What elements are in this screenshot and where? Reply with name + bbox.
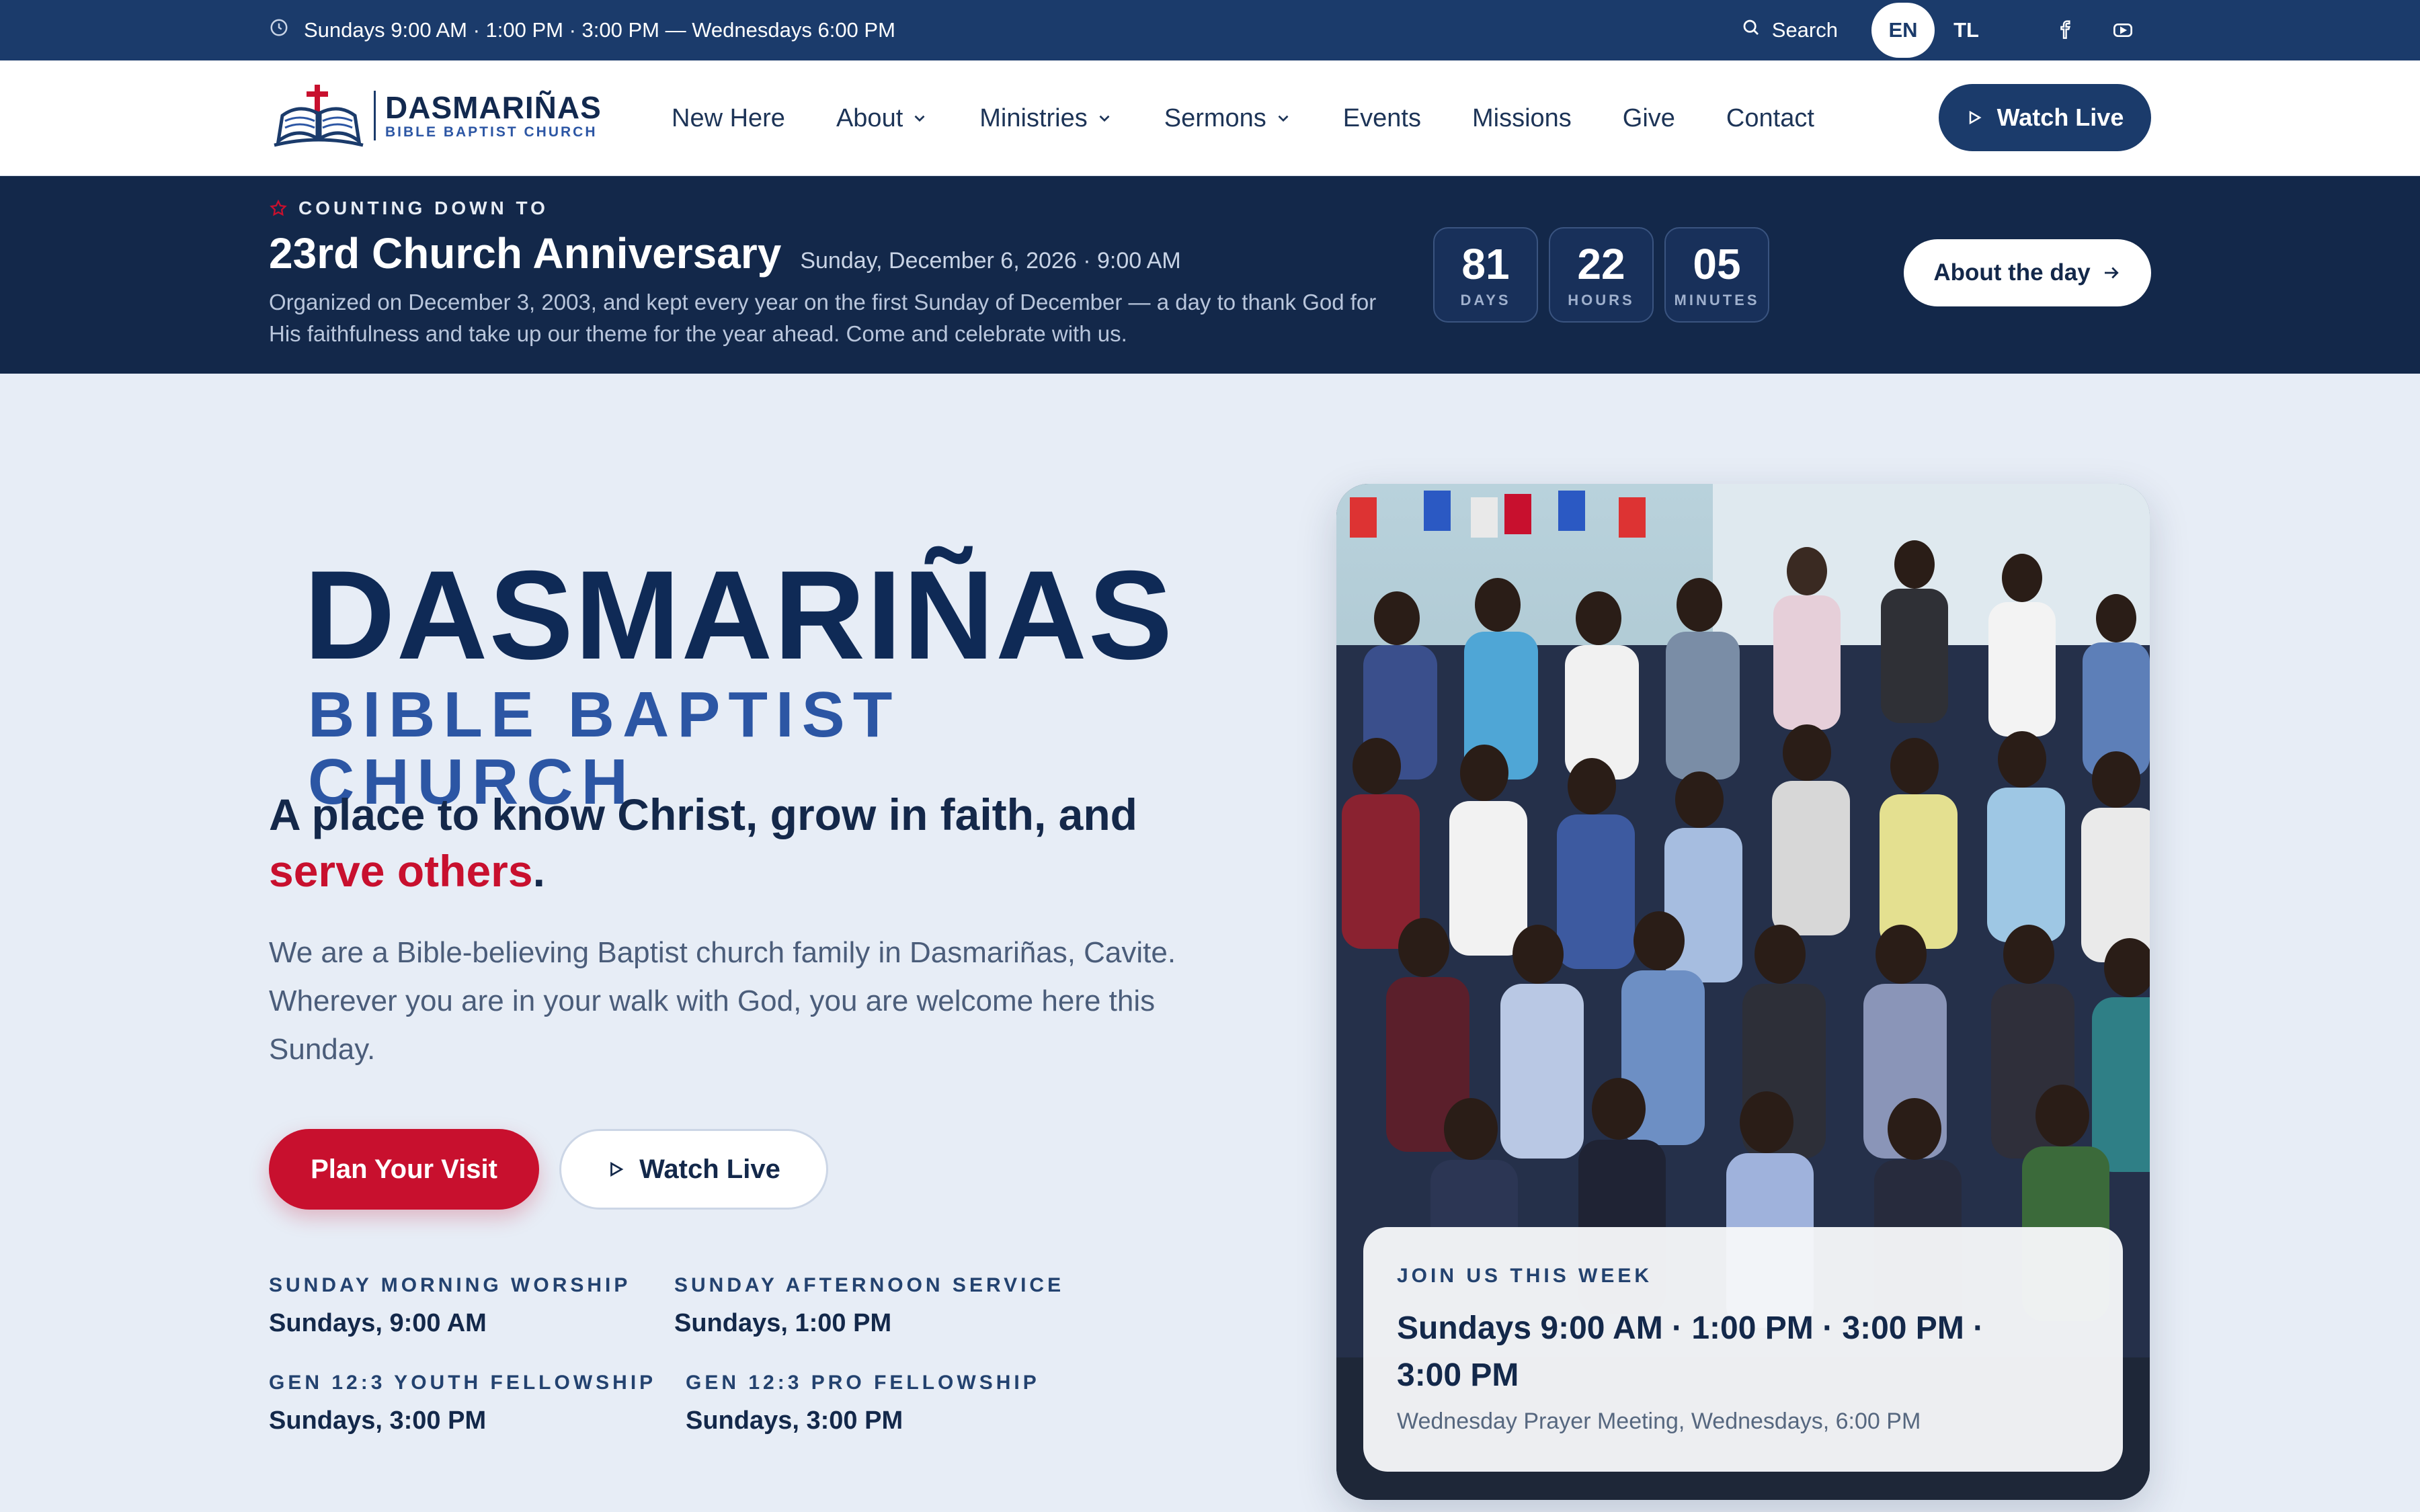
search-icon [1741,17,1761,43]
join-us-eyebrow: JOIN US THIS WEEK [1397,1265,1653,1287]
nav-events[interactable]: Events [1343,104,1421,133]
nav-label: Missions [1471,103,1572,132]
bible-cross-icon [274,85,364,147]
about-the-day-label: About the day [1933,259,2091,286]
watch-live-label: Watch Live [639,1154,780,1184]
congregation-photo: JOIN US THIS WEEK Sundays 9:00 AM · 1:00… [1336,484,2150,1500]
banner-date: Sunday, December 6, 2026 · 9:00 AM [800,248,1181,274]
star-icon [270,199,287,216]
service-label: SUNDAY AFTERNOON SERVICE [674,1274,1065,1296]
hero-intro: We are a Bible-believing Baptist church … [269,936,1176,1066]
service-pro-fellowship: GEN 12:3 PRO FELLOWSHIP Sundays, 3:00 PM [686,1372,1040,1435]
service-sunday-afternoon: SUNDAY AFTERNOON SERVICE Sundays, 1:00 P… [674,1274,1064,1338]
main-nav: New Here About Ministries Sermons Events… [672,60,1865,176]
clock-icon [269,17,289,43]
lang-en-button[interactable]: EN [1871,3,1935,58]
header-watch-live-button[interactable]: Watch Live [1939,84,2151,151]
tagline-end: . [532,846,545,896]
nav-about[interactable]: About [836,104,928,133]
nav-label: New Here [672,103,785,132]
countdown-timer: 81 DAYS 22 HOURS 05 MINUTES [1433,227,1769,323]
facebook-icon[interactable] [2052,15,2081,45]
play-icon [610,1161,624,1177]
hero-brand-name: DASMARIÑAS [304,544,1174,685]
nav-missions[interactable]: Missions [1472,104,1572,133]
search-button[interactable]: Search [1741,17,1838,43]
hero-tagline: A place to know Christ, grow in faith, a… [269,786,1210,899]
countdown-label: HOURS [1568,292,1635,308]
tagline-main: A place to know Christ, grow in faith, a… [269,790,1137,839]
banner-eyebrow: COUNTING DOWN TO [269,198,549,219]
service-youth-fellowship: GEN 12:3 YOUTH FELLOWSHIP Sundays, 3:00 … [269,1372,656,1435]
nav-ministries[interactable]: Ministries [979,104,1113,133]
hero-watch-live-button[interactable]: Watch Live [559,1129,828,1210]
join-us-card: JOIN US THIS WEEK Sundays 9:00 AM · 1:00… [1363,1227,2123,1472]
nav-label: Events [1342,103,1421,132]
chevron-down-icon [1099,115,1110,122]
lang-tl-button[interactable]: TL [1935,3,1998,58]
nav-label: Contact [1726,103,1814,132]
nav-new-here[interactable]: New Here [672,104,785,133]
join-us-times: Sundays 9:00 AM · 1:00 PM · 3:00 PM · 3:… [1397,1310,1984,1393]
nav-contact[interactable]: Contact [1726,104,1814,133]
anniversary-banner: COUNTING DOWN TO 23rd Church Anniversary… [0,176,2420,374]
countdown-days: 81 DAYS [1433,227,1538,323]
eyebrow-text: COUNTING DOWN TO [298,198,549,218]
service-sunday-morning: SUNDAY MORNING WORSHIP Sundays, 9:00 AM [269,1274,631,1338]
nav-label: Ministries [979,103,1088,132]
countdown-hours: 22 HOURS [1549,227,1654,323]
arrow-right-icon [2104,267,2119,279]
countdown-minutes: 05 MINUTES [1664,227,1769,323]
about-the-day-button[interactable]: About the day [1904,239,2151,306]
nav-label: About [836,103,903,132]
youtube-icon[interactable] [2108,15,2138,45]
countdown-value: 81 [1461,240,1510,288]
countdown-value: 05 [1693,240,1741,288]
nav-label: Give [1622,103,1675,132]
plan-your-visit-button[interactable]: Plan Your Visit [269,1129,539,1210]
service-label: GEN 12:3 PRO FELLOWSHIP [686,1372,1040,1394]
countdown-label: DAYS [1460,292,1511,308]
search-label: Search [1771,18,1838,42]
service-time: Sundays, 1:00 PM [674,1309,892,1337]
nav-sermons[interactable]: Sermons [1164,104,1292,133]
chevron-down-icon [1278,115,1289,122]
countdown-value: 22 [1577,240,1625,288]
logo-subtitle: BIBLE BAPTIST CHURCH [385,124,598,140]
service-time: Sundays, 3:00 PM [269,1406,487,1435]
banner-description: Organized on December 3, 2003, and kept … [269,290,1377,346]
join-us-note: Wednesday Prayer Meeting, Wednesdays, 6:… [1397,1409,1921,1434]
main-header: DASMARIÑAS BIBLE BAPTIST CHURCH New Here… [0,60,2420,176]
service-hours: Sundays 9:00 AM · 1:00 PM · 3:00 PM — We… [269,0,895,60]
banner-title: 23rd Church Anniversary [269,229,782,278]
nav-give[interactable]: Give [1623,104,1675,133]
logo-name: DASMARIÑAS [385,90,602,125]
top-utility-bar: Sundays 9:00 AM · 1:00 PM · 3:00 PM — We… [0,0,2420,60]
play-icon [1969,110,1982,125]
hero-wordmark: DASMARIÑAS BIBLE BAPTIST CHURCH [304,544,1174,816]
service-hours-text: Sundays 9:00 AM · 1:00 PM · 3:00 PM — We… [304,18,895,42]
watch-live-label: Watch Live [1997,103,2124,131]
service-time: Sundays, 9:00 AM [269,1309,487,1337]
service-time: Sundays, 3:00 PM [686,1406,903,1435]
service-label: GEN 12:3 YOUTH FELLOWSHIP [269,1372,657,1394]
service-label: SUNDAY MORNING WORSHIP [269,1274,631,1296]
countdown-label: MINUTES [1674,292,1760,308]
chevron-down-icon [914,115,925,122]
church-logo[interactable]: DASMARIÑAS BIBLE BAPTIST CHURCH [273,82,602,149]
nav-label: Sermons [1164,103,1266,132]
tagline-accent: serve others [269,846,533,896]
